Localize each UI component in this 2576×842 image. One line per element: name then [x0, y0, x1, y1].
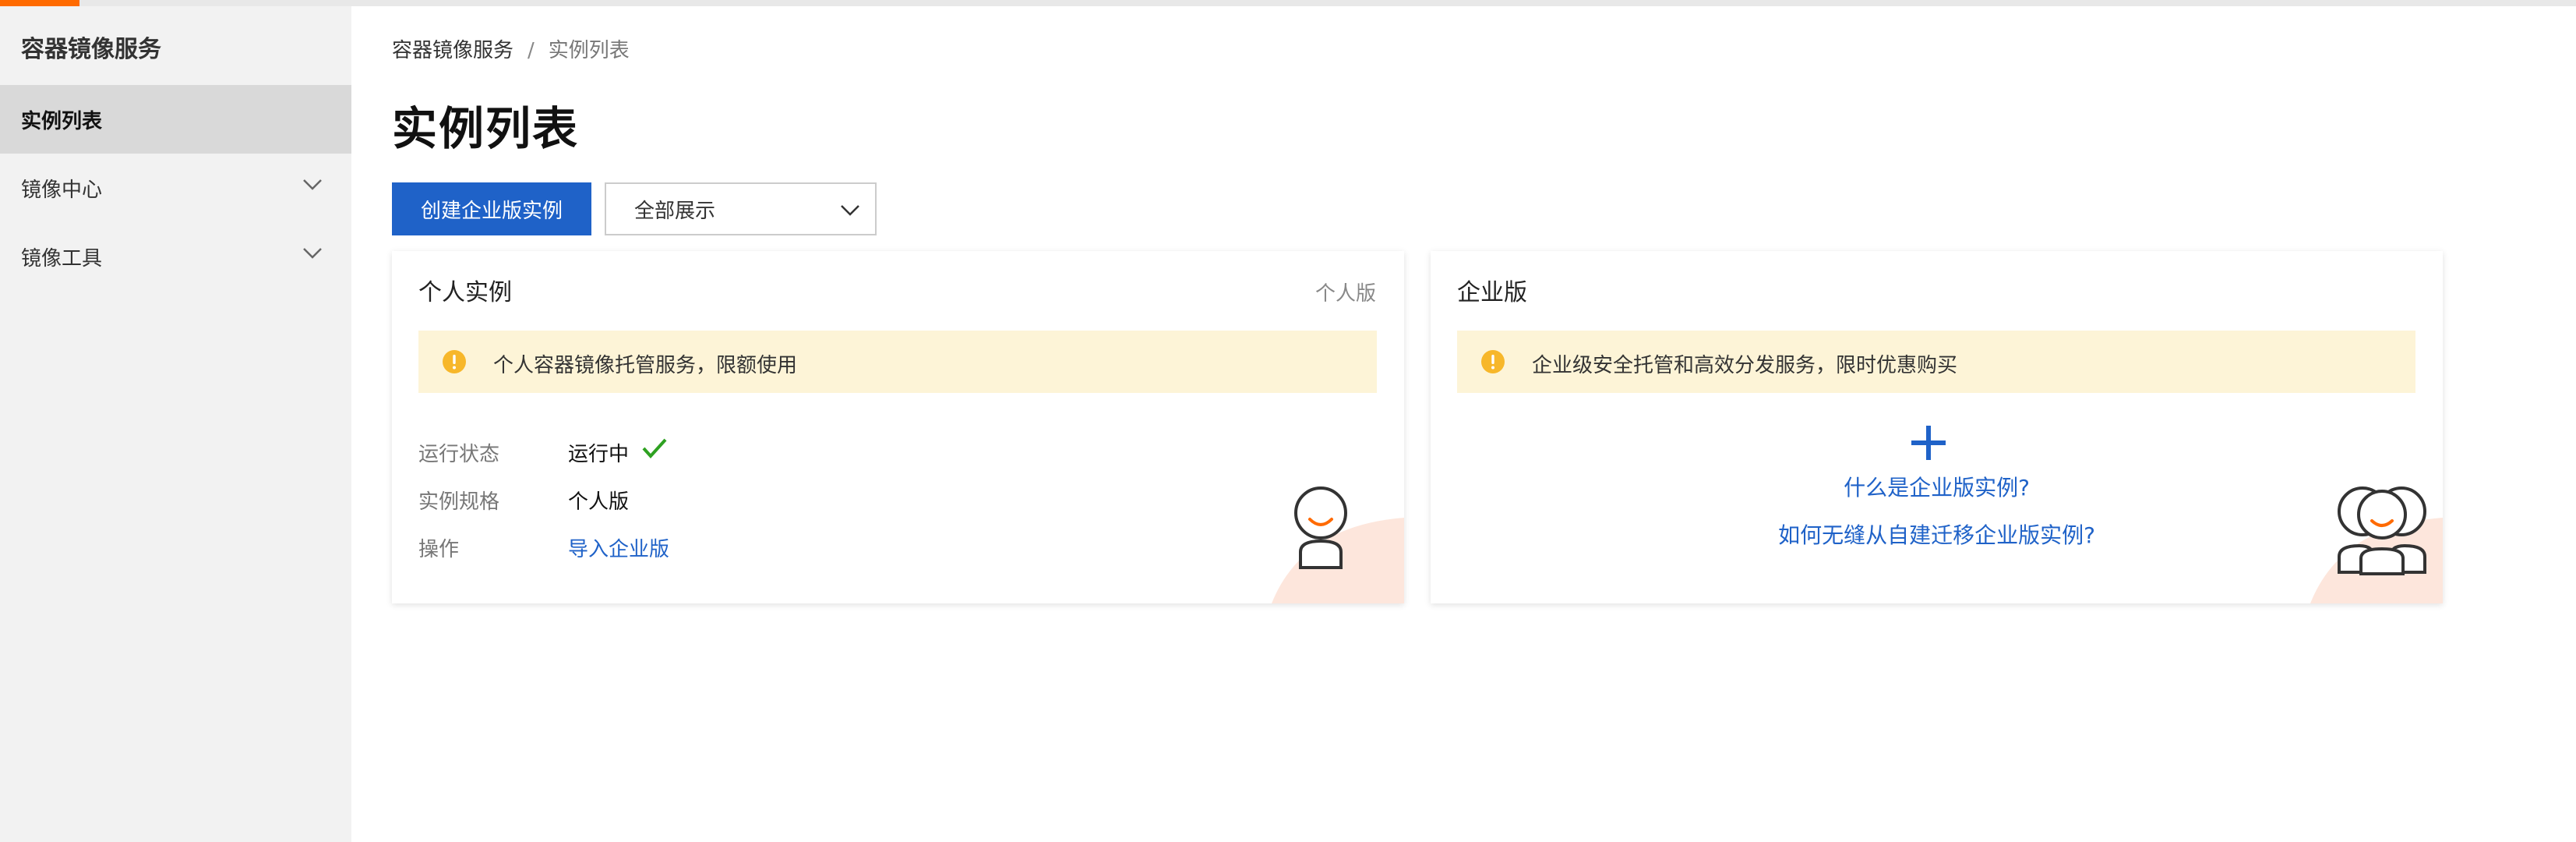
breadcrumb-current: 实例列表: [548, 39, 630, 62]
sidebar-title: 容器镜像服务: [21, 36, 161, 63]
warning-icon: [443, 350, 466, 373]
warning-icon: [1481, 350, 1505, 373]
display-filter-select[interactable]: 全部展示: [605, 182, 877, 235]
plus-icon[interactable]: [1910, 424, 1947, 462]
breadcrumb-root-link[interactable]: 容器镜像服务: [392, 39, 513, 62]
team-icon: [2338, 486, 2426, 575]
top-progress-bar: [0, 0, 2576, 6]
sidebar-item-label: 实例列表: [21, 109, 103, 133]
chevron-down-icon: [303, 179, 322, 190]
sidebar-item-label: 镜像工具: [21, 246, 103, 271]
status-label: 运行状态: [418, 443, 500, 466]
chevron-down-icon: [303, 248, 322, 259]
personal-instance-card[interactable]: 个人实例 个人版 个人容器镜像托管服务，限额使用 运行状态 运行中 实例规格 个…: [392, 251, 1404, 603]
sidebar: 容器镜像服务 实例列表 镜像中心 镜像工具: [0, 6, 351, 842]
check-icon: [642, 438, 667, 458]
action-label: 操作: [418, 538, 460, 561]
sidebar-item-label: 镜像中心: [21, 178, 103, 202]
card-title: 企业版: [1457, 279, 1527, 306]
card-title: 个人实例: [418, 279, 512, 306]
top-accent-bar: [0, 0, 79, 6]
create-enterprise-instance-button[interactable]: 创建企业版实例: [392, 182, 591, 235]
spec-value: 个人版: [568, 490, 630, 514]
status-text: 运行中: [568, 443, 630, 466]
status-value: 运行中: [568, 438, 667, 467]
promo-alert: 企业级安全托管和高效分发服务，限时优惠购买: [1457, 331, 2415, 393]
breadcrumb: 容器镜像服务 / 实例列表: [392, 34, 630, 63]
edition-tag: 个人版: [1314, 282, 1376, 306]
spec-label: 实例规格: [418, 490, 500, 514]
sidebar-item-image-center[interactable]: 镜像中心: [0, 154, 351, 222]
what-is-enterprise-link[interactable]: 什么是企业版实例?: [1431, 471, 2443, 502]
import-enterprise-link[interactable]: 导入企业版: [568, 533, 669, 562]
enterprise-instance-card[interactable]: 企业版 企业级安全托管和高效分发服务，限时优惠购买 什么是企业版实例? 如何无缝…: [1431, 251, 2443, 603]
sidebar-item-image-tools[interactable]: 镜像工具: [0, 222, 351, 291]
info-alert: 个人容器镜像托管服务，限额使用: [418, 331, 1377, 393]
alert-text: 个人容器镜像托管服务，限额使用: [493, 354, 798, 377]
breadcrumb-separator: /: [528, 39, 535, 62]
alert-text: 企业级安全托管和高效分发服务，限时优惠购买: [1532, 354, 1958, 377]
sidebar-item-instance-list[interactable]: 实例列表: [0, 85, 351, 154]
migration-guide-link[interactable]: 如何无缝从自建迁移企业版实例?: [1431, 518, 2443, 550]
select-value: 全部展示: [634, 199, 716, 223]
person-icon: [1294, 486, 1347, 569]
page-title: 实例列表: [392, 102, 580, 155]
chevron-down-icon: [841, 205, 859, 216]
